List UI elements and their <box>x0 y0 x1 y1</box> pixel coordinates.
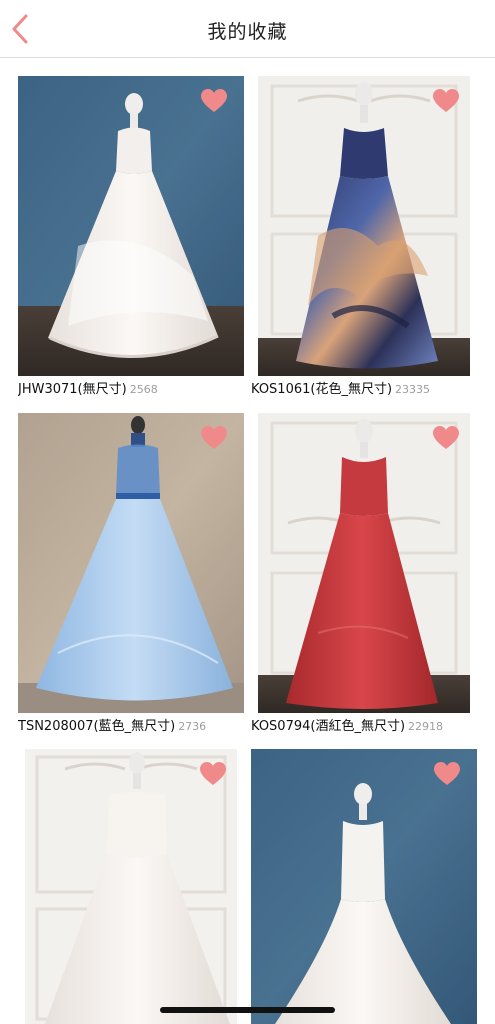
dress-caption: KOS1061(花色_無尺寸) 23335 <box>251 378 491 397</box>
heart-icon[interactable] <box>433 761 461 787</box>
top-nav-bar: 我的收藏 <box>0 0 495 58</box>
dress-caption: TSN208007(藍色_無尺寸) 2736 <box>18 715 258 734</box>
heart-icon[interactable] <box>199 761 227 787</box>
dress-photo[interactable] <box>251 749 477 1024</box>
dress-photo[interactable] <box>18 76 244 376</box>
heart-icon[interactable] <box>200 425 228 451</box>
home-indicator[interactable] <box>160 1007 335 1013</box>
heart-icon[interactable] <box>432 88 460 114</box>
favorite-count: 22918 <box>408 720 444 733</box>
dress-name: KOS0794(酒紅色_無尺寸) <box>251 719 406 734</box>
dress-name: KOS1061(花色_無尺寸) <box>251 382 393 397</box>
dress-photo[interactable] <box>258 413 470 713</box>
favorite-count: 2736 <box>178 720 207 733</box>
page-title: 我的收藏 <box>207 21 288 43</box>
dress-caption: KOS0794(酒紅色_無尺寸) 22918 <box>251 715 491 734</box>
dress-photo[interactable] <box>18 413 244 713</box>
dress-photo[interactable] <box>258 76 470 376</box>
dress-caption: JHW3071(無尺寸) 2568 <box>18 378 258 397</box>
dress-name: TSN208007(藍色_無尺寸) <box>18 719 176 734</box>
dress-photo[interactable] <box>25 749 237 1024</box>
heart-icon[interactable] <box>200 88 228 114</box>
dress-name: JHW3071(無尺寸) <box>18 382 127 397</box>
favorite-count: 2568 <box>129 383 158 396</box>
heart-icon[interactable] <box>432 425 460 451</box>
favorite-count: 23335 <box>395 383 431 396</box>
